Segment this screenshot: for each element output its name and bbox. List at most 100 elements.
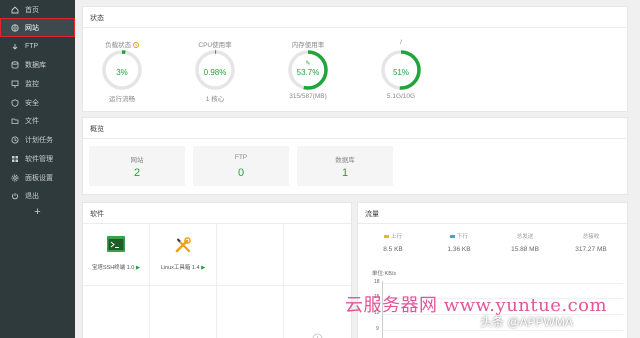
sidebar-item-monitor[interactable]: 监控 [0, 74, 75, 93]
gauge-label: CPU使用率 [198, 42, 232, 49]
stat-value: 15.88 MB [511, 246, 539, 253]
gauge-label: 内存使用率 [291, 42, 325, 49]
play-icon[interactable]: ▶ [136, 265, 140, 271]
add-menu-button[interactable]: + [0, 206, 75, 218]
overview-title: 概览 [90, 126, 104, 133]
stat-key: 总接收 [582, 234, 600, 240]
gauge-value: 3% [116, 68, 128, 77]
sidebar-item-label: 软件管理 [25, 155, 53, 163]
clock-icon [10, 135, 19, 144]
sidebar-item-files[interactable]: 文件 [0, 111, 75, 130]
clean-icon[interactable]: ✎ [285, 60, 331, 67]
stat-value: 317.27 MB [575, 246, 607, 253]
gear-icon [10, 173, 19, 182]
sidebar-item-settings[interactable]: 面板设置 [0, 168, 75, 187]
overview-card-ftp[interactable]: FTP 0 [193, 146, 289, 186]
gauge-sub: 运行流畅 [109, 96, 135, 103]
gauge-sub: 315/587(MB) [289, 93, 327, 100]
overview-card-database[interactable]: 数据库 1 [297, 146, 393, 186]
gauge-value: 51% [392, 68, 409, 77]
card-value[interactable]: 1 [297, 167, 393, 179]
info-icon[interactable]: ? [132, 42, 139, 49]
sidebar-item-cron[interactable]: 计划任务 [0, 130, 75, 149]
software-slot-empty [150, 286, 217, 338]
software-slot-empty [83, 286, 150, 338]
traffic-total-received: 总接收 317.27 MB [556, 232, 626, 253]
card-label: 数据库 [335, 157, 355, 164]
grid-icon [10, 154, 19, 163]
status-title: 状态 [90, 15, 104, 22]
sidebar-item-home[interactable]: 首页 [0, 0, 75, 19]
sidebar-item-security[interactable]: 安全 [0, 93, 75, 112]
software-name: 宝塔SSH终端 1.0 ▶ [91, 265, 141, 271]
sidebar-item-label: FTP [25, 43, 39, 50]
traffic-total-sent: 总发送 15.88 MB [490, 232, 560, 253]
sidebar-item-database[interactable]: 数据库 [0, 55, 75, 74]
stat-value: 1.36 KB [447, 246, 471, 253]
gauge-label: / [400, 39, 402, 46]
database-icon [10, 60, 19, 69]
sidebar-item-label: 安全 [25, 99, 39, 107]
traffic-upload: 上行 8.5 KB [358, 232, 428, 253]
software-item-toolbox[interactable]: Linux工具箱 1.4 ▶ [150, 224, 217, 286]
divider [83, 27, 627, 28]
software-slot-empty [217, 286, 284, 338]
add-circle-icon[interactable] [312, 333, 323, 338]
card-label: FTP [234, 154, 248, 161]
status-panel: 状态 负载状态 ? 3% 运行流畅 CPU使用率 0.98% 1 核心 内存使用… [82, 6, 628, 112]
card-value[interactable]: 2 [89, 167, 185, 179]
sidebar: 首页 网站 FTP 数据库 监控 安全 文件 计划任务 软件管理 面板设置 退出… [0, 0, 75, 338]
gauge-value: 53.7% [296, 68, 320, 77]
terminal-icon [107, 236, 125, 252]
sidebar-item-label: 计划任务 [25, 136, 53, 144]
divider [83, 138, 627, 139]
software-title: 软件 [90, 211, 104, 218]
sidebar-item-website[interactable]: 网站 [0, 18, 75, 37]
gauge-sub: 5.1G/10G [386, 93, 416, 100]
stat-key: 总发送 [516, 234, 534, 240]
sidebar-item-label: 面板设置 [25, 174, 53, 182]
sidebar-item-label: 监控 [25, 80, 39, 88]
grid-line [383, 283, 623, 284]
gauge-label: 负载状态 ? [105, 42, 139, 49]
card-label: 网站 [130, 157, 144, 164]
sidebar-item-ftp[interactable]: FTP [0, 37, 75, 56]
sidebar-item-label: 网站 [25, 24, 39, 32]
sidebar-item-label: 数据库 [25, 61, 46, 69]
traffic-title: 流量 [365, 211, 379, 218]
y-tick-label: 9 [376, 326, 379, 332]
divider [358, 223, 627, 224]
ftp-icon [10, 42, 19, 51]
credit-text: 头条 @APPWMA [480, 315, 573, 329]
monitor-icon [10, 79, 19, 88]
stat-key: 上行 [390, 234, 402, 240]
sidebar-item-label: 退出 [25, 192, 39, 200]
logout-icon [10, 191, 19, 200]
software-slot-add[interactable] [284, 286, 351, 338]
stat-value: 8.5 KB [383, 246, 403, 253]
stat-key: 下行 [456, 234, 468, 240]
chart-unit-label: 单位:KB/s [372, 271, 397, 277]
globe-icon [10, 23, 19, 32]
sidebar-item-software[interactable]: 软件管理 [0, 149, 75, 168]
grid-line [383, 330, 623, 331]
gauge-sub: 1 核心 [205, 96, 225, 103]
software-panel: 软件 宝塔SSH终端 1.0 ▶ Linux工具箱 1.4 ▶ [82, 202, 352, 338]
overview-card-website[interactable]: 网站 2 [89, 146, 185, 186]
sidebar-item-label: 文件 [25, 117, 39, 125]
sidebar-item-logout[interactable]: 退出 [0, 186, 75, 205]
y-tick-label: 18 [374, 279, 380, 285]
software-slot-empty [217, 224, 284, 286]
home-icon [10, 5, 19, 14]
software-slot-empty [284, 224, 351, 286]
traffic-download: 下行 1.36 KB [424, 232, 494, 253]
software-item-ssh[interactable]: 宝塔SSH终端 1.0 ▶ [83, 224, 150, 286]
play-icon[interactable]: ▶ [201, 265, 205, 271]
gauge-value: 0.98% [203, 68, 227, 77]
tools-icon [174, 236, 192, 254]
software-name: Linux工具箱 1.4 ▶ [160, 265, 206, 271]
shield-icon [10, 98, 19, 107]
card-value[interactable]: 0 [193, 167, 289, 179]
sidebar-item-label: 首页 [25, 6, 39, 14]
download-legend-icon [449, 235, 455, 239]
